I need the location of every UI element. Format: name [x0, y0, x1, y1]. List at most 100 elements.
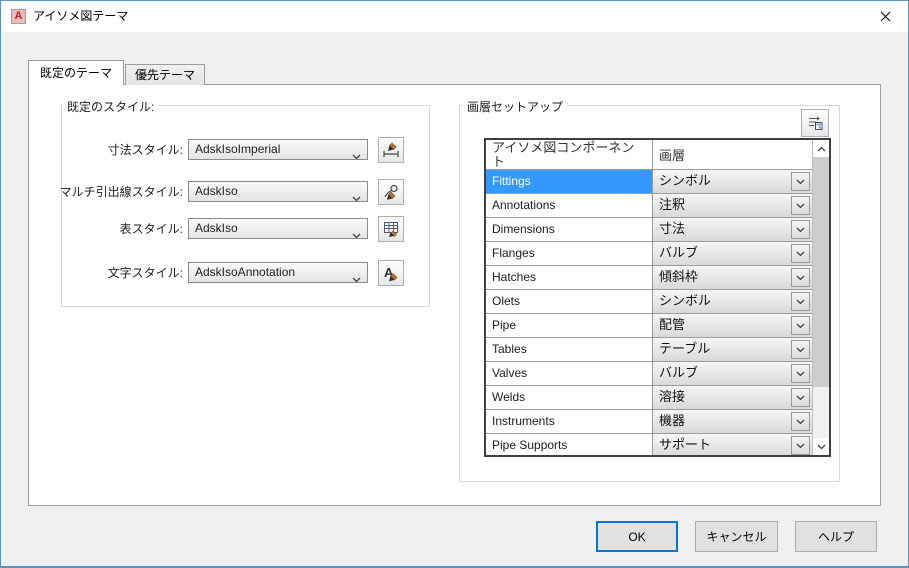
layer-value: テーブル	[659, 341, 710, 356]
edit-dimension-style-button[interactable]	[378, 137, 404, 163]
layer-settings-button[interactable]	[801, 109, 829, 137]
chevron-down-icon	[817, 444, 826, 450]
layer-combobox[interactable]: シンボル	[652, 170, 812, 193]
chevron-down-icon[interactable]	[791, 364, 810, 383]
scrollbar-thumb[interactable]	[813, 157, 829, 387]
table-row: Olets シンボル	[486, 290, 812, 314]
component-cell[interactable]: Hatches	[486, 266, 652, 289]
dimension-style-row: 寸法スタイル: AdskIsoImperial	[35, 136, 404, 163]
layer-combobox[interactable]: サポート	[652, 434, 812, 455]
chevron-down-icon[interactable]	[791, 412, 810, 431]
edit-multileader-style-button[interactable]	[378, 179, 404, 205]
isometric-theme-dialog: A アイソメ図テーマ 既定のテーマ 優先テーマ 既定のスタイル: 寸法スタイル:…	[0, 0, 909, 568]
component-cell[interactable]: Annotations	[486, 194, 652, 217]
text-style-combobox[interactable]: AdskIsoAnnotation	[188, 262, 368, 283]
chevron-down-icon	[352, 147, 361, 160]
layer-value: バルブ	[659, 365, 698, 380]
component-cell[interactable]: Fittings	[486, 170, 652, 193]
chevron-down-icon[interactable]	[791, 436, 810, 455]
layer-combobox[interactable]: バルブ	[652, 362, 812, 385]
component-cell[interactable]: Instruments	[486, 410, 652, 433]
chevron-down-icon	[352, 270, 361, 283]
multileader-style-row: マルチ引出線スタイル: AdskIso	[35, 178, 404, 205]
table-style-edit-icon	[382, 220, 400, 238]
chevron-down-icon[interactable]	[791, 388, 810, 407]
help-button[interactable]: ヘルプ	[795, 521, 877, 552]
component-cell[interactable]: Pipe Supports	[486, 434, 652, 455]
text-style-value: AdskIsoAnnotation	[195, 265, 295, 279]
tab-priority-theme[interactable]: 優先テーマ	[125, 64, 205, 85]
close-button[interactable]	[863, 1, 908, 32]
table-row: Fittings シンボル	[486, 170, 812, 194]
layer-combobox[interactable]: 溶接	[652, 386, 812, 409]
table-row: Tables テーブル	[486, 338, 812, 362]
text-style-label: 文字スタイル:	[35, 264, 183, 281]
component-cell[interactable]: Tables	[486, 338, 652, 361]
tab-default-theme[interactable]: 既定のテーマ	[28, 60, 124, 85]
tab-strip: 既定のテーマ 優先テーマ	[28, 60, 205, 85]
layer-value: 寸法	[659, 221, 685, 236]
dimension-style-value: AdskIsoImperial	[195, 142, 280, 156]
table-row: Pipe 配管	[486, 314, 812, 338]
component-cell[interactable]: Dimensions	[486, 218, 652, 241]
multileader-style-combobox[interactable]: AdskIso	[188, 181, 368, 202]
component-cell[interactable]: Valves	[486, 362, 652, 385]
table-header-row: アイソメ図コンポーネント 画層	[486, 140, 812, 170]
ok-button[interactable]: OK	[596, 521, 678, 552]
table-row: Valves バルブ	[486, 362, 812, 386]
component-cell[interactable]: Olets	[486, 290, 652, 313]
layer-combobox[interactable]: 配管	[652, 314, 812, 337]
chevron-down-icon[interactable]	[791, 196, 810, 215]
table-row: Hatches 傾斜枠	[486, 266, 812, 290]
column-header-layer: 画層	[652, 140, 812, 169]
chevron-up-icon	[817, 146, 826, 152]
layer-value: 機器	[659, 413, 685, 428]
layer-value: シンボル	[659, 173, 711, 188]
chevron-down-icon[interactable]	[791, 316, 810, 335]
multileader-style-value: AdskIso	[195, 184, 238, 198]
chevron-down-icon[interactable]	[791, 340, 810, 359]
text-style-edit-icon: A	[382, 264, 400, 282]
edit-text-style-button[interactable]: A	[378, 260, 404, 286]
cancel-button[interactable]: キャンセル	[695, 521, 778, 552]
layer-list-settings-icon	[806, 114, 824, 132]
dimension-style-combobox[interactable]: AdskIsoImperial	[188, 139, 368, 160]
dialog-title: アイソメ図テーマ	[33, 1, 128, 32]
layer-combobox[interactable]: テーブル	[652, 338, 812, 361]
layer-table-body: アイソメ図コンポーネント 画層 Fittings シンボル Annotation…	[486, 140, 812, 455]
chevron-down-icon[interactable]	[791, 292, 810, 311]
layer-combobox[interactable]: 機器	[652, 410, 812, 433]
layer-value: サポート	[659, 437, 711, 452]
chevron-down-icon[interactable]	[791, 220, 810, 239]
chevron-down-icon[interactable]	[791, 172, 810, 191]
table-style-value: AdskIso	[195, 221, 238, 235]
layer-mapping-table: アイソメ図コンポーネント 画層 Fittings シンボル Annotation…	[484, 138, 831, 457]
layer-combobox[interactable]: 寸法	[652, 218, 812, 241]
component-cell[interactable]: Welds	[486, 386, 652, 409]
layer-combobox[interactable]: 傾斜枠	[652, 266, 812, 289]
component-cell[interactable]: Flanges	[486, 242, 652, 265]
multileader-style-label: マルチ引出線スタイル:	[35, 183, 183, 200]
table-row: Dimensions 寸法	[486, 218, 812, 242]
layer-combobox[interactable]: シンボル	[652, 290, 812, 313]
layer-combobox[interactable]: 注釈	[652, 194, 812, 217]
layer-value: 配管	[659, 317, 685, 332]
column-header-component: アイソメ図コンポーネント	[486, 140, 652, 169]
default-styles-group-label: 既定のスタイル:	[63, 98, 158, 115]
scroll-down-button[interactable]	[813, 438, 829, 455]
vertical-scrollbar[interactable]	[812, 140, 829, 455]
scroll-up-button[interactable]	[813, 140, 829, 157]
chevron-down-icon[interactable]	[791, 268, 810, 287]
layer-setup-group-label: 画層セットアップ	[463, 98, 567, 115]
edit-table-style-button[interactable]	[378, 216, 404, 242]
component-cell[interactable]: Pipe	[486, 314, 652, 337]
layer-combobox[interactable]: バルブ	[652, 242, 812, 265]
chevron-down-icon[interactable]	[791, 244, 810, 263]
layer-value: バルブ	[659, 245, 698, 260]
layer-value: 注釈	[659, 197, 685, 212]
multileader-style-edit-icon	[382, 183, 400, 201]
table-style-label: 表スタイル:	[35, 220, 183, 237]
dimension-style-edit-icon	[382, 141, 400, 159]
table-row: Flanges バルブ	[486, 242, 812, 266]
table-style-combobox[interactable]: AdskIso	[188, 218, 368, 239]
